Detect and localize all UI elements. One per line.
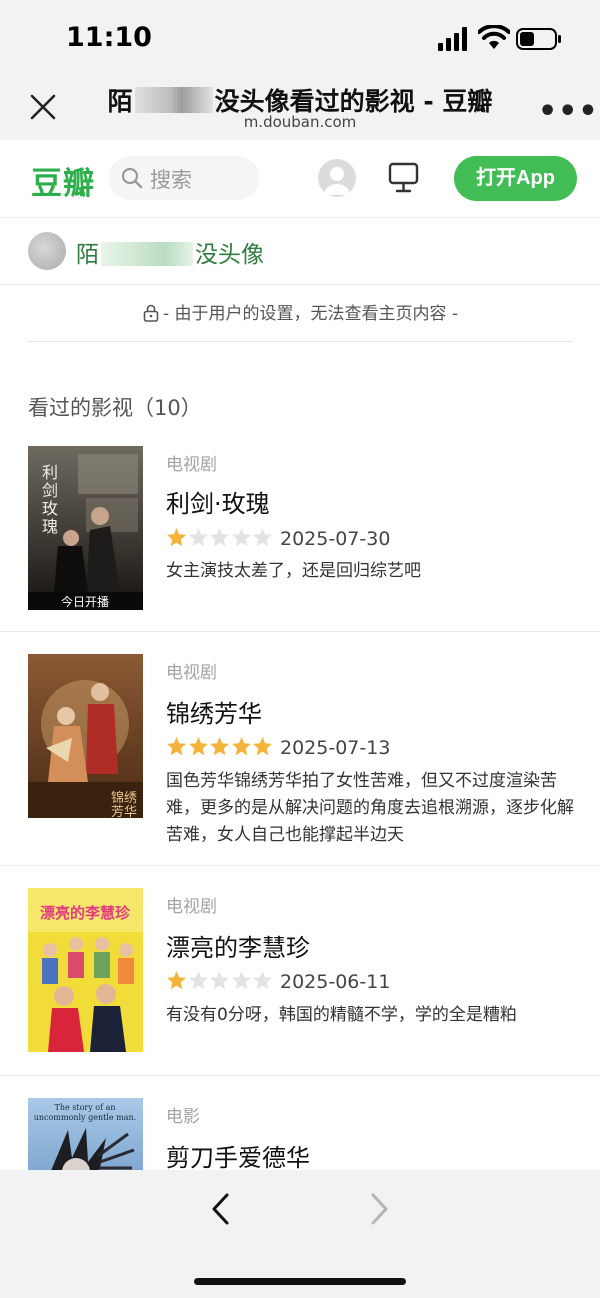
list-item[interactable]: 利 剑 玫 瑰 今日开播 电视剧 利剑·玫瑰 2025-07-30 女主演技太差… [0, 432, 600, 632]
search-icon [121, 167, 143, 189]
item-title[interactable]: 漂亮的李慧珍 [166, 928, 310, 963]
list-item[interactable]: 漂亮的李慧珍 电视剧 漂亮的李慧珍 2025-06-11 有没有0分呀，韩国的精… [0, 866, 600, 1076]
star-rating [166, 527, 276, 549]
item-comment: 女主演技太差了，还是回归综艺吧 [166, 561, 421, 581]
star-filled-icon [231, 737, 251, 756]
star-filled-icon [167, 971, 186, 990]
browser-bottom-bar [0, 1170, 600, 1298]
svg-text:The story of an: The story of an [54, 1103, 115, 1112]
forward-arrow-icon[interactable] [364, 1192, 394, 1226]
list-item[interactable]: The story of an uncommonly gentle man. 电… [0, 1076, 600, 1170]
site-header: 豆瓣 搜索 打开App [0, 140, 600, 218]
battery-icon [516, 28, 561, 50]
svg-text:玫: 玫 [42, 499, 58, 518]
poster-image[interactable]: 锦绣 芳华 [28, 654, 143, 818]
item-comment: 国色芳华锦绣芳华拍了女性苦难，但又不过度渲染苦难，更多的是从解决问题的角度去追根… [166, 771, 574, 845]
star-empty-icon [253, 971, 272, 990]
title-prefix: 陌 [107, 87, 133, 116]
page-url: m.douban.com [243, 113, 357, 131]
title-suffix: 没头像看过的影视 - 豆瓣 [214, 87, 493, 116]
avatar[interactable] [28, 232, 66, 270]
star-filled-icon [253, 737, 272, 756]
item-type: 电视剧 [166, 455, 217, 475]
svg-text:利: 利 [42, 463, 58, 482]
wifi-icon [478, 25, 510, 49]
browser-title-bar: 陌 没头像看过的影视 - 豆瓣 m.douban.com ••• [0, 80, 600, 140]
star-empty-icon [188, 971, 208, 990]
star-empty-icon [253, 528, 272, 547]
user-icon [324, 167, 350, 195]
rating-date: 2025-06-11 [280, 971, 391, 993]
status-bar: 11:10 [0, 0, 600, 80]
user-profile-row[interactable]: 陌 没头像 [0, 219, 600, 285]
item-type: 电视剧 [166, 897, 217, 917]
svg-text:芳华: 芳华 [111, 805, 137, 818]
rating-date: 2025-07-30 [280, 528, 391, 550]
rating-date: 2025-07-13 [280, 737, 391, 759]
home-indicator[interactable] [194, 1278, 406, 1285]
search-box[interactable]: 搜索 [109, 156, 259, 200]
search-placeholder: 搜索 [150, 168, 192, 192]
cellular-signal-icon [438, 27, 467, 51]
user-name-prefix: 陌 [76, 242, 99, 268]
poster-image[interactable]: 漂亮的李慧珍 [28, 888, 143, 1052]
svg-text:瑰: 瑰 [42, 517, 58, 536]
star-empty-icon [210, 971, 229, 990]
item-comment: 有没有0分呀，韩国的精髓不学，学的全是糟粕 [166, 1005, 517, 1025]
watched-section-title: 看过的影视（10） [28, 396, 202, 420]
star-filled-icon [167, 528, 186, 547]
svg-text:漂亮的李慧珍: 漂亮的李慧珍 [40, 904, 131, 922]
user-name-suffix: 没头像 [195, 242, 264, 268]
star-filled-icon [210, 737, 229, 756]
item-title[interactable]: 剪刀手爱德华 [166, 1138, 310, 1170]
user-name[interactable]: 陌 没头像 [76, 235, 264, 269]
poster-image[interactable]: The story of an uncommonly gentle man. [28, 1098, 143, 1170]
item-type: 电视剧 [166, 663, 217, 683]
privacy-notice: - 由于用户的设置，无法查看主页内容 - [28, 286, 573, 342]
clock: 11:10 [66, 22, 152, 53]
star-empty-icon [231, 528, 251, 547]
star-empty-icon [188, 528, 208, 547]
poster-image[interactable]: 利 剑 玫 瑰 今日开播 [28, 446, 143, 610]
star-empty-icon [231, 971, 251, 990]
douban-logo[interactable]: 豆瓣 [31, 158, 95, 203]
mosaic-redaction [134, 87, 213, 113]
svg-text:锦绣: 锦绣 [111, 791, 137, 806]
star-filled-icon [167, 737, 186, 756]
item-title[interactable]: 锦绣芳华 [166, 694, 262, 729]
list-item[interactable]: 锦绣 芳华 电视剧 锦绣芳华 2025-07-13 国色芳华锦绣芳华拍了女性苦难… [0, 632, 600, 866]
account-avatar[interactable] [318, 159, 356, 197]
svg-text:今日开播: 今日开播 [61, 594, 109, 609]
star-empty-icon [210, 528, 229, 547]
lock-icon [143, 304, 159, 322]
svg-text:剑: 剑 [42, 481, 58, 500]
more-menu-icon[interactable]: ••• [538, 94, 599, 129]
star-rating [166, 970, 276, 992]
item-title[interactable]: 利剑·玫瑰 [166, 484, 270, 519]
svg-text:uncommonly gentle man.: uncommonly gentle man. [34, 1113, 136, 1122]
desktop-version-icon[interactable] [388, 161, 420, 195]
back-arrow-icon[interactable] [206, 1192, 236, 1226]
mosaic-redaction [101, 242, 193, 266]
open-app-button[interactable]: 打开App [454, 156, 577, 201]
star-rating [166, 736, 276, 758]
star-filled-icon [188, 737, 208, 756]
item-type: 电影 [166, 1107, 200, 1127]
privacy-notice-text: - 由于用户的设置，无法查看主页内容 - [162, 304, 459, 324]
